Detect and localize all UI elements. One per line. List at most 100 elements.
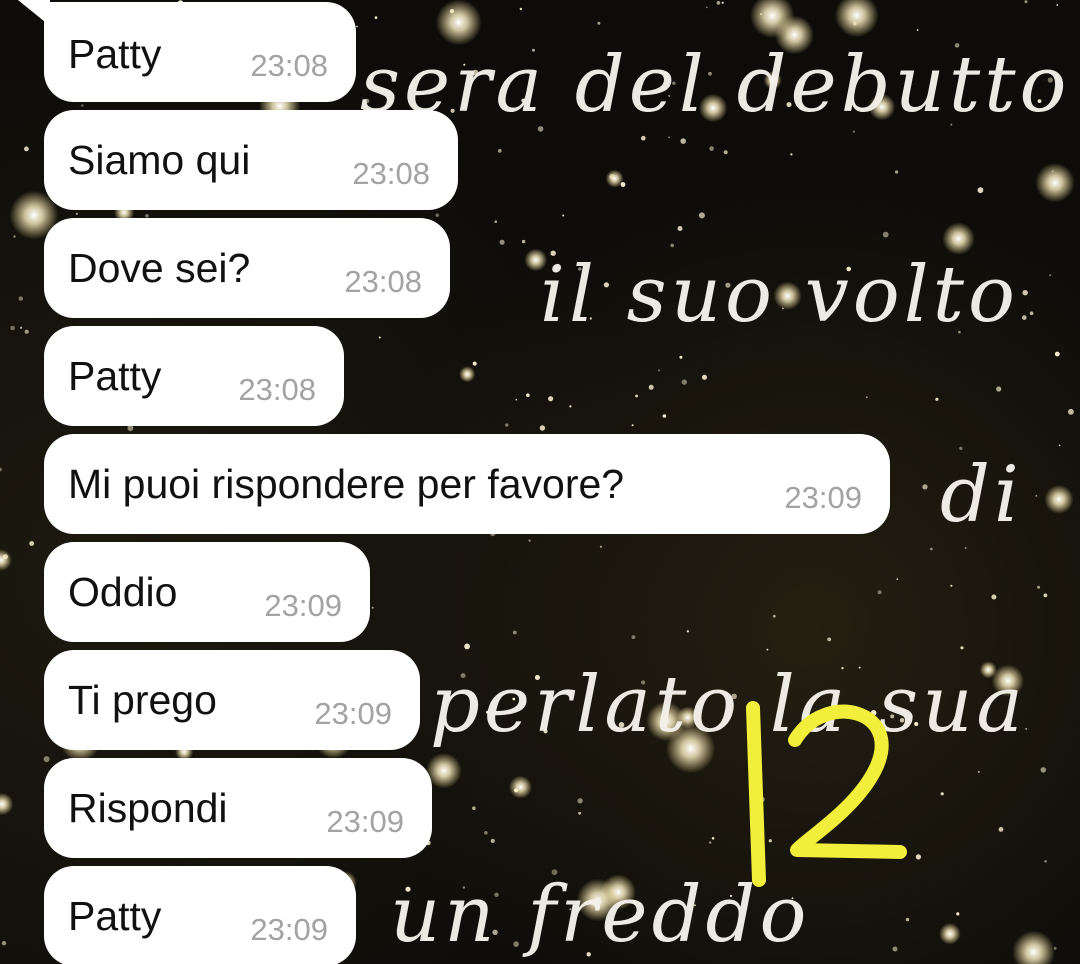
- star: [1035, 495, 1038, 497]
- star: [996, 386, 1002, 392]
- star: [721, 1, 724, 4]
- star: [75, 212, 78, 215]
- glowing-star: [698, 93, 728, 123]
- glowing-star: [0, 792, 14, 816]
- message-text: Patty: [68, 353, 162, 399]
- star: [641, 135, 646, 141]
- star: [562, 214, 565, 217]
- star: [980, 725, 984, 728]
- star: [977, 187, 984, 194]
- star: [490, 838, 495, 844]
- star: [662, 414, 667, 418]
- message-bubble[interactable]: Ti prego 23:09: [44, 650, 420, 750]
- star: [668, 94, 671, 97]
- star: [543, 729, 548, 734]
- glowing-star: [773, 281, 802, 310]
- star: [729, 894, 733, 898]
- star: [519, 7, 522, 11]
- star: [1058, 444, 1061, 447]
- chat-window: sera del debutto il suo volto di perlato…: [0, 0, 1080, 964]
- star: [521, 239, 526, 244]
- star: [472, 361, 477, 366]
- star: [998, 827, 1004, 832]
- star: [950, 584, 953, 587]
- message-time: 23:09: [264, 588, 342, 623]
- star: [686, 630, 690, 633]
- star: [0, 467, 2, 472]
- star: [539, 425, 546, 431]
- star: [772, 614, 776, 618]
- star: [841, 666, 844, 670]
- star: [486, 710, 489, 714]
- star: [1022, 290, 1028, 296]
- message-text: Siamo qui: [68, 137, 251, 183]
- message-bubble[interactable]: Patty 23:08: [44, 326, 344, 426]
- star: [929, 547, 933, 551]
- star: [723, 150, 728, 155]
- star: [790, 153, 793, 156]
- message-bubble[interactable]: Patty 23:08: [44, 2, 356, 102]
- star: [950, 123, 953, 126]
- message-bubble[interactable]: Patty 23:09: [44, 866, 356, 964]
- star: [505, 423, 509, 427]
- glowing-star: [763, 71, 782, 90]
- star: [10, 325, 15, 331]
- message-bubble[interactable]: Dove sei? 23:08: [44, 218, 450, 318]
- message-bubble[interactable]: Rispondi 23:09: [44, 758, 432, 858]
- glowing-star: [868, 93, 896, 121]
- star: [648, 384, 654, 390]
- glowing-star: [939, 923, 961, 945]
- star: [1, 941, 7, 946]
- message-text: Mi puoi rispondere per favore?: [68, 461, 625, 507]
- message-bubble[interactable]: Siamo qui 23:08: [44, 110, 458, 210]
- glowing-star: [1035, 163, 1075, 203]
- star: [791, 897, 794, 900]
- glowing-star: [0, 549, 12, 571]
- star: [484, 831, 488, 835]
- star: [725, 282, 731, 288]
- glowing-star: [605, 169, 624, 188]
- message-time: 23:08: [352, 156, 430, 191]
- star: [896, 578, 899, 580]
- star: [865, 396, 868, 399]
- star: [658, 369, 660, 372]
- star: [706, 6, 708, 9]
- star: [1047, 77, 1053, 83]
- star: [472, 69, 479, 76]
- star: [127, 425, 134, 432]
- message-text: Rispondi: [68, 785, 228, 831]
- star: [1025, 727, 1028, 730]
- star: [532, 48, 535, 52]
- message-bubble[interactable]: Mi puoi rispondere per favore? 23:09: [44, 434, 890, 534]
- message-text: Oddio: [68, 569, 178, 615]
- star: [599, 545, 603, 548]
- message-bubble[interactable]: Oddio 23:09: [44, 542, 370, 642]
- star: [405, 886, 411, 892]
- star: [959, 446, 963, 450]
- star: [1040, 767, 1047, 773]
- star: [1037, 585, 1041, 589]
- glowing-star: [509, 775, 532, 799]
- star: [935, 397, 939, 401]
- star: [641, 680, 646, 685]
- star: [450, 108, 455, 113]
- star: [577, 798, 583, 804]
- glowing-star: [1044, 484, 1074, 514]
- star: [954, 43, 960, 48]
- glowing-star: [435, 0, 482, 46]
- star: [512, 697, 516, 701]
- star: [499, 239, 505, 245]
- star: [356, 25, 358, 28]
- glowing-star: [646, 701, 686, 742]
- star: [460, 673, 466, 679]
- star: [618, 722, 625, 728]
- bubble-tail: [18, 0, 50, 26]
- glowing-star: [942, 222, 975, 255]
- message-time: 23:09: [326, 804, 404, 839]
- glowing-star: [991, 664, 1024, 697]
- star: [537, 126, 544, 132]
- star: [858, 666, 861, 669]
- star: [892, 946, 898, 952]
- message-text: Patty: [68, 31, 162, 77]
- star: [81, 104, 84, 107]
